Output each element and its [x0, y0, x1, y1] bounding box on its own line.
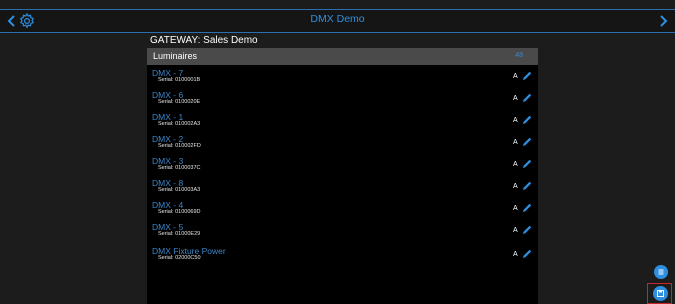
luminaire-mode: A: [513, 251, 518, 258]
pencil-icon[interactable]: [521, 136, 533, 148]
luminaire-row[interactable]: DMX - 6 Serial: 0100020E A: [147, 89, 538, 109]
pencil-icon[interactable]: [521, 70, 533, 82]
pencil-icon[interactable]: [521, 248, 533, 260]
list-icon: [658, 269, 664, 275]
save-fab-button[interactable]: [653, 286, 668, 301]
list-fab-button[interactable]: [654, 265, 668, 279]
luminaire-serial: Serial: 010002A3: [158, 121, 201, 127]
pencil-icon[interactable]: [521, 92, 533, 104]
luminaire-row[interactable]: DMX - 4 Serial: 0100069D A: [147, 199, 538, 219]
top-bar: DMX Demo: [0, 9, 675, 33]
pencil-icon[interactable]: [521, 114, 533, 126]
luminaire-serial: Serial: 010002FD: [158, 143, 201, 149]
luminaire-serial: Serial: 0100020E: [158, 99, 201, 105]
luminaire-row[interactable]: DMX - 5 Serial: 01000E29 A: [147, 221, 538, 241]
luminaire-mode: A: [513, 205, 518, 212]
luminaire-row[interactable]: DMX - 1 Serial: 010002A3 A: [147, 111, 538, 131]
luminaire-row[interactable]: DMX - 8 Serial: 010003A3 A: [147, 177, 538, 197]
luminaire-serial: Serial: 02000C50: [158, 255, 201, 261]
luminaires-header: Luminaires 48: [147, 48, 538, 65]
luminaire-row[interactable]: DMX - 3 Serial: 0100037C A: [147, 155, 538, 175]
luminaire-serial: Serial: 01000E29: [158, 231, 201, 237]
luminaire-row[interactable]: DMX - 2 Serial: 010002FD A: [147, 133, 538, 153]
luminaire-serial: Serial: 0100001B: [158, 77, 201, 83]
luminaire-mode: A: [513, 73, 518, 80]
page-title: DMX Demo: [310, 13, 365, 25]
luminaires-count: 48: [515, 52, 523, 59]
luminaires-title: Luminaires: [153, 51, 198, 61]
luminaire-mode: A: [513, 139, 518, 146]
luminaire-mode: A: [513, 117, 518, 124]
save-icon: [657, 290, 664, 297]
chevron-right-icon[interactable]: [656, 13, 670, 29]
luminaire-mode: A: [513, 95, 518, 102]
luminaire-mode: A: [513, 227, 518, 234]
luminaires-panel: Luminaires 48 DMX - 7 Serial: 0100001B A…: [147, 48, 538, 304]
luminaire-serial: Serial: 010003A3: [158, 187, 201, 193]
pencil-icon[interactable]: [521, 224, 533, 236]
luminaire-row[interactable]: DMX Fixture Power Serial: 02000C50 A: [147, 245, 538, 265]
luminaire-row[interactable]: DMX - 7 Serial: 0100001B A: [147, 67, 538, 87]
luminaire-serial: Serial: 0100069D: [158, 209, 201, 215]
pencil-icon[interactable]: [521, 180, 533, 192]
luminaire-serial: Serial: 0100037C: [158, 165, 201, 171]
luminaire-mode: A: [513, 161, 518, 168]
pencil-icon[interactable]: [521, 202, 533, 214]
luminaire-mode: A: [513, 183, 518, 190]
gateway-label: GATEWAY: Sales Demo: [150, 35, 258, 46]
pencil-icon[interactable]: [521, 158, 533, 170]
highlighted-fab-frame: [647, 283, 672, 304]
